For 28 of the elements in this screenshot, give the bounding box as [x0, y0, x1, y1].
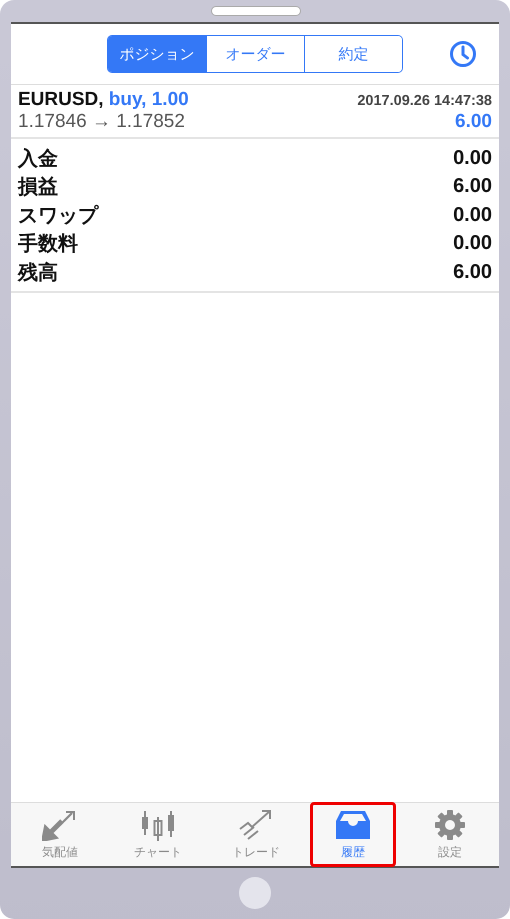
price-range: 1.17846 → 1.17852: [18, 111, 185, 133]
summary-value: 6.00: [453, 175, 492, 198]
trend-arrow-icon: [238, 808, 274, 840]
candlestick-icon: [140, 808, 176, 840]
clock-icon[interactable]: [449, 40, 477, 68]
summary-label: 損益: [18, 173, 58, 200]
segment-tab[interactable]: 約定: [304, 36, 402, 72]
trade-side-text: buy, 1.00: [108, 89, 189, 110]
profit-value: 6.00: [455, 111, 492, 133]
inbox-tray-icon: [334, 808, 371, 840]
summary-value: 0.00: [453, 232, 492, 256]
summary-label: スワップ: [18, 202, 98, 229]
summary-label: 入金: [18, 144, 58, 172]
tab-item[interactable]: トレード: [206, 803, 305, 866]
symbol-text: EURUSD,: [18, 89, 104, 110]
tab-item[interactable]: チャート: [108, 803, 207, 866]
tab-item[interactable]: 設定: [401, 803, 499, 866]
segment-tab[interactable]: ポジション: [108, 36, 206, 72]
tab-item[interactable]: 履歴: [310, 803, 396, 866]
diagonal-arrows-icon: [42, 808, 78, 840]
summary-value: 6.00: [453, 260, 492, 284]
trade-time: 2017.09.26 14:47:38: [357, 93, 492, 109]
summary-value: 0.00: [453, 146, 492, 170]
tab-item[interactable]: 気配値: [11, 803, 109, 866]
summary-value: 0.00: [453, 204, 492, 227]
settings-icon: [433, 808, 468, 840]
summary-label: 残高: [18, 258, 58, 286]
summary-label: 手数料: [18, 230, 78, 258]
